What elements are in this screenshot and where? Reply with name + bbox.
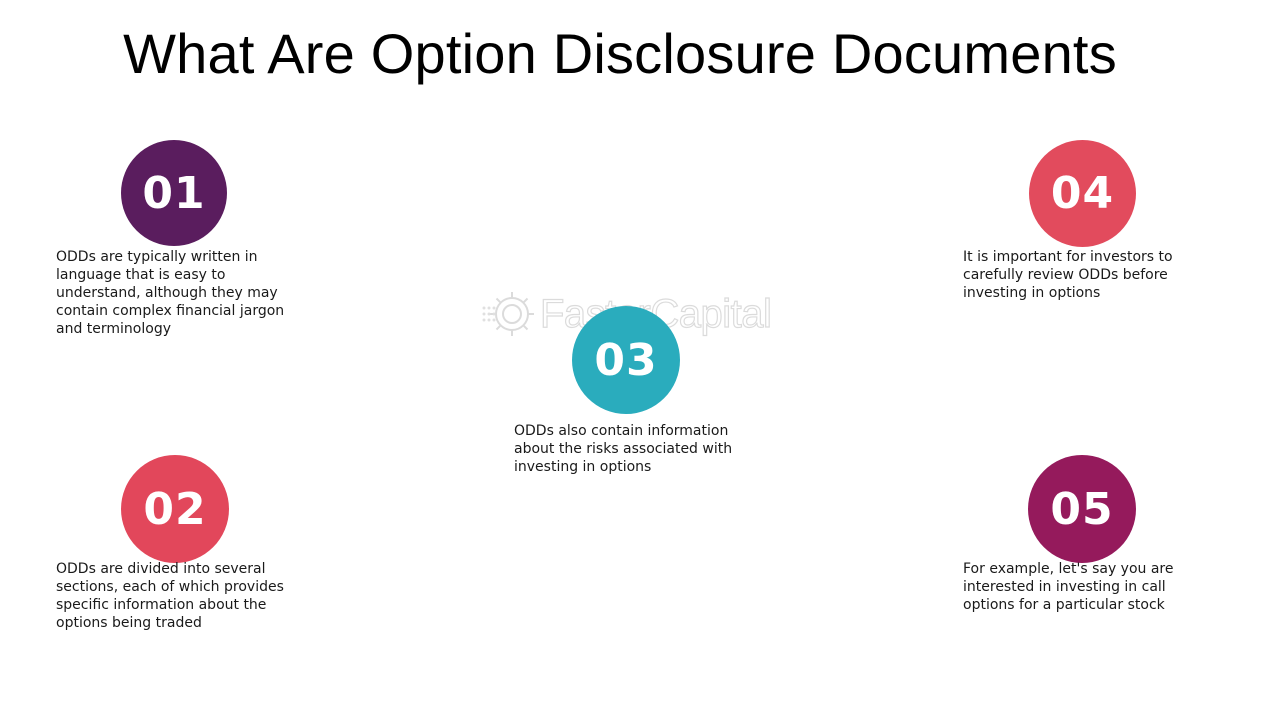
step-05-description: For example, let's say you are intereste… (963, 561, 1174, 613)
step-03-description: ODDs also contain information about the … (514, 423, 733, 475)
slide: What Are Option Disclosure Documents Fas… (0, 0, 1280, 720)
step-03-badge: 03 (572, 306, 680, 414)
step-01-description: ODDs are typically written in language t… (56, 249, 285, 337)
step-04-badge: 04 (1029, 140, 1136, 247)
step-04-description: It is important for investors to careful… (963, 249, 1173, 301)
step-02-badge: 02 (121, 455, 229, 563)
step-01-badge: 01 (121, 140, 227, 246)
step-02-description: ODDs are divided into several sections, … (56, 561, 284, 631)
gear-icon (482, 292, 534, 336)
step-05-badge: 05 (1028, 455, 1136, 563)
page-title: What Are Option Disclosure Documents (123, 22, 1117, 85)
